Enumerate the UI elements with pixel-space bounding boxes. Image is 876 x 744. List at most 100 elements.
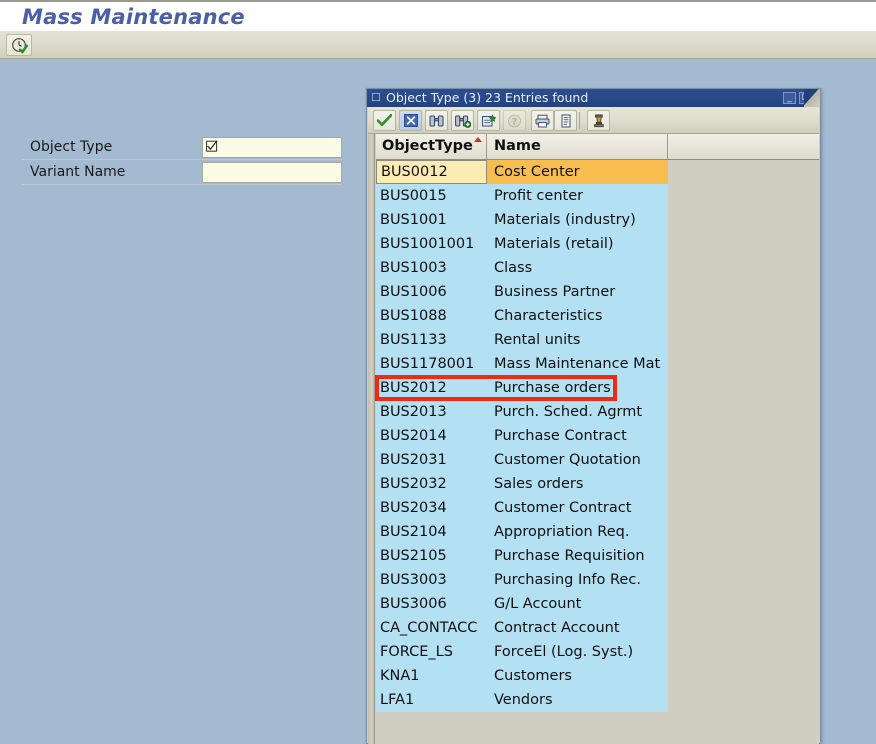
cell-objecttype: BUS2032 <box>376 472 487 496</box>
table-row[interactable]: BUS2105Purchase Requisition <box>376 544 668 568</box>
binoculars-plus-icon <box>455 114 471 128</box>
restore-icon[interactable]: ☐ <box>371 92 382 103</box>
cell-name: Customers <box>488 664 668 688</box>
cell-name: Customer Quotation <box>488 448 668 472</box>
cell-name: ForceEl (Log. Syst.) <box>488 640 668 664</box>
cell-objecttype: BUS1088 <box>376 304 487 328</box>
application-titlebar: Mass Maintenance <box>0 0 876 31</box>
cursor-checkbox-icon <box>206 140 218 153</box>
table-row[interactable]: BUS2014Purchase Contract <box>376 424 668 448</box>
field-divider-2 <box>22 184 342 185</box>
cell-name: Contract Account <box>488 616 668 640</box>
column-header-objecttype[interactable]: ObjectType <box>376 134 487 159</box>
cell-objecttype: BUS3003 <box>376 568 487 592</box>
table-row[interactable]: BUS2031Customer Quotation <box>376 448 668 472</box>
cell-name: Customer Contract <box>488 496 668 520</box>
object-type-input[interactable] <box>202 137 342 158</box>
cell-objecttype: BUS2105 <box>376 544 487 568</box>
question-mark-icon: ? <box>507 114 522 128</box>
field-divider-1 <box>22 159 342 160</box>
variant-name-label: Variant Name <box>30 164 125 180</box>
execute-button[interactable] <box>6 34 32 56</box>
application-toolbar <box>0 31 876 59</box>
personal-list-button[interactable] <box>587 110 610 131</box>
cell-name: Purchase Contract <box>488 424 668 448</box>
cell-objecttype: BUS2012 <box>376 376 487 400</box>
table-row[interactable]: BUS1133Rental units <box>376 328 668 352</box>
cell-objecttype: BUS2104 <box>376 520 487 544</box>
print-button[interactable] <box>531 110 554 131</box>
table-row[interactable]: BUS1006Business Partner <box>376 280 668 304</box>
close-icon[interactable]: ☒ <box>799 92 812 104</box>
cancel-button[interactable] <box>399 110 422 131</box>
cell-name: Rental units <box>488 328 668 352</box>
table-row[interactable]: BUS2013Purch. Sched. Agrmt <box>376 400 668 424</box>
table-row[interactable]: FORCE_LSForceEl (Log. Syst.) <box>376 640 668 664</box>
selection-screen: Object Type Variant Name ☐ Object Type (… <box>0 59 876 744</box>
table-row[interactable]: BUS0012Cost Center <box>376 160 668 184</box>
minimize-icon[interactable]: _ <box>783 92 796 104</box>
help-button: ? <box>503 110 526 131</box>
cell-name: Characteristics <box>488 304 668 328</box>
svg-text:?: ? <box>512 117 517 127</box>
printer-icon <box>535 114 550 128</box>
cell-name: Vendors <box>488 688 668 712</box>
table-row[interactable]: BUS3003Purchasing Info Rec. <box>376 568 668 592</box>
table-row[interactable]: KNA1Customers <box>376 664 668 688</box>
cell-name: Materials (industry) <box>488 208 668 232</box>
cell-objecttype: BUS3006 <box>376 592 487 616</box>
variant-name-input[interactable] <box>202 162 342 183</box>
cell-objecttype: BUS1133 <box>376 328 487 352</box>
cell-name: Class <box>488 256 668 280</box>
cell-name: Profit center <box>488 184 668 208</box>
cell-objecttype: BUS2013 <box>376 400 487 424</box>
green-check-icon <box>377 114 392 127</box>
page-title: Mass Maintenance <box>22 5 245 29</box>
field-row-variant-name: Variant Name <box>0 162 360 184</box>
cell-name: Cost Center <box>488 160 668 184</box>
funnel-icon <box>592 114 606 128</box>
sort-ascending-icon <box>474 137 482 142</box>
table-row[interactable]: LFA1Vendors <box>376 688 668 712</box>
copy-button[interactable] <box>373 110 396 131</box>
cell-name: Business Partner <box>488 280 668 304</box>
table-row[interactable]: BUS3006G/L Account <box>376 592 668 616</box>
table-row[interactable]: BUS2104Appropriation Req. <box>376 520 668 544</box>
detail-button[interactable] <box>554 110 577 131</box>
cell-objecttype: FORCE_LS <box>376 640 487 664</box>
result-table: ObjectType Name BUS0012Cost CenterBUS001… <box>368 134 819 744</box>
table-row[interactable]: BUS2034Customer Contract <box>376 496 668 520</box>
value-help-dialog: ☐ Object Type (3) 23 Entries found _ ☒ <box>366 88 821 744</box>
cell-objecttype: BUS2014 <box>376 424 487 448</box>
table-row[interactable]: BUS1088Characteristics <box>376 304 668 328</box>
cell-name: Purchase Requisition <box>488 544 668 568</box>
table-row[interactable]: BUS2032Sales orders <box>376 472 668 496</box>
cell-name: Sales orders <box>488 472 668 496</box>
column-header-name[interactable]: Name <box>488 134 668 159</box>
new-entry-star-icon <box>481 114 496 128</box>
cell-name: Materials (retail) <box>488 232 668 256</box>
table-row[interactable]: BUS1003Class <box>376 256 668 280</box>
table-header-row: ObjectType Name <box>376 134 819 160</box>
document-detail-icon <box>560 114 572 128</box>
new-selection-button[interactable] <box>477 110 500 131</box>
table-row[interactable]: CA_CONTACCContract Account <box>376 616 668 640</box>
cell-objecttype: LFA1 <box>376 688 487 712</box>
cell-objecttype: BUS0015 <box>376 184 487 208</box>
cell-objecttype: BUS2031 <box>376 448 487 472</box>
table-row[interactable]: BUS2012Purchase orders <box>376 376 668 400</box>
cell-name: Purchase orders <box>488 376 668 400</box>
cell-name: G/L Account <box>488 592 668 616</box>
clock-check-icon <box>11 37 28 54</box>
find-button[interactable] <box>425 110 448 131</box>
table-row-selector-gutter[interactable] <box>368 134 375 744</box>
cell-name: Mass Maintenance Mat <box>488 352 668 376</box>
table-row[interactable]: BUS1178001Mass Maintenance Mat <box>376 352 668 376</box>
cell-name: Purchasing Info Rec. <box>488 568 668 592</box>
table-row[interactable]: BUS0015Profit center <box>376 184 668 208</box>
find-next-button[interactable] <box>451 110 474 131</box>
dialog-titlebar[interactable]: ☐ Object Type (3) 23 Entries found _ ☒ <box>367 89 820 107</box>
field-row-object-type: Object Type <box>0 137 360 159</box>
table-row[interactable]: BUS1001Materials (industry) <box>376 208 668 232</box>
table-row[interactable]: BUS1001001Materials (retail) <box>376 232 668 256</box>
